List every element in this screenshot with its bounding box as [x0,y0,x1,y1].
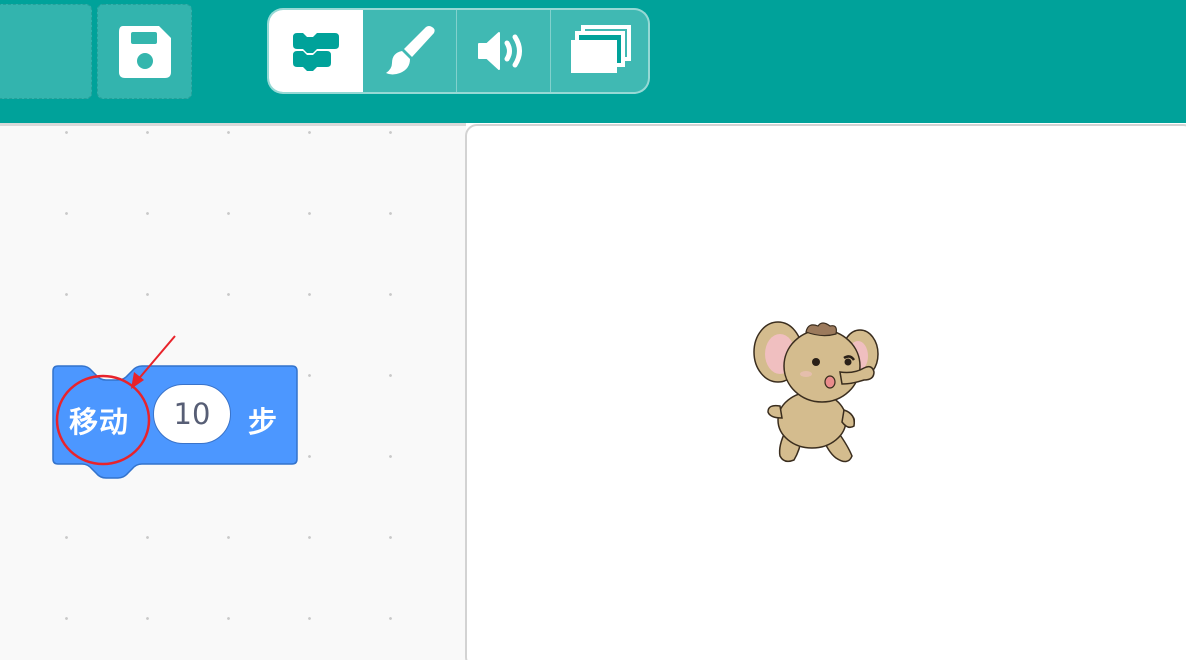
move-steps-block[interactable]: 移动 10 步 [52,365,298,481]
elephant-sprite[interactable] [748,318,888,473]
block-label: 移动 [69,405,130,439]
steps-input[interactable]: 10 [153,384,231,444]
block-unit-label: 步 [248,405,278,439]
toolbar-button[interactable] [0,4,92,99]
tab-backdrop[interactable] [551,10,648,92]
code-blocks-icon [293,33,339,71]
paintbrush-icon [385,26,435,75]
tab-code[interactable] [269,10,363,92]
save-disk-icon [118,25,171,78]
layers-icon [570,25,631,73]
tab-costume[interactable] [363,10,457,92]
top-toolbar [0,0,1186,123]
save-button[interactable] [97,4,192,99]
editor-tabs [267,8,650,94]
steps-value: 10 [173,397,211,431]
editor-app: 移动 10 步 [0,0,1186,660]
tab-sound[interactable] [457,10,551,92]
speaker-icon [477,32,522,70]
